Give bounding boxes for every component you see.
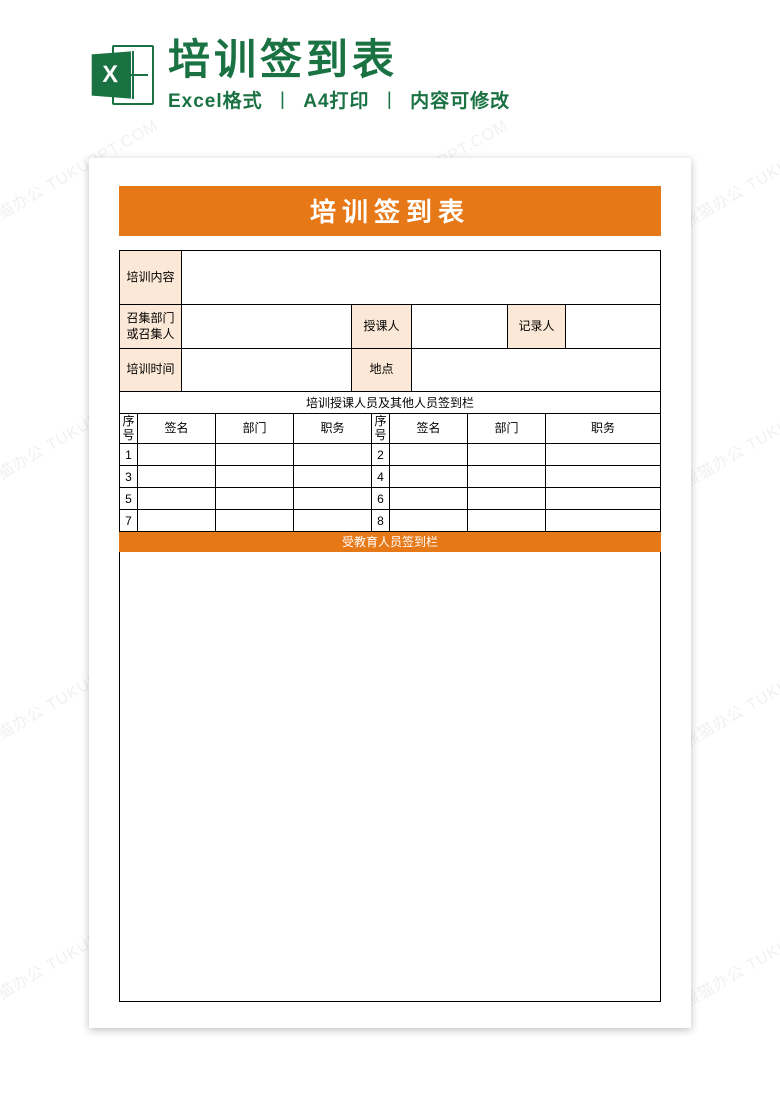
col-role: 职务 xyxy=(294,414,371,444)
role-cell xyxy=(546,466,660,488)
col-sign: 签名 xyxy=(138,414,215,444)
excel-icon-letter: X xyxy=(92,51,131,98)
sign-cell xyxy=(390,510,467,532)
instructor-signin-title: 培训授课人员及其他人员签到栏 xyxy=(120,392,660,414)
dept-cell xyxy=(216,444,293,466)
value-organizer xyxy=(182,305,352,348)
role-cell xyxy=(294,444,371,466)
trainee-signin-area xyxy=(119,552,661,1002)
role-cell xyxy=(294,466,371,488)
dept-cell xyxy=(216,466,293,488)
dept-cell xyxy=(468,466,545,488)
dept-cell xyxy=(468,444,545,466)
sign-cell xyxy=(390,488,467,510)
sub-print: A4打印 xyxy=(303,91,369,112)
seq-cell: 6 xyxy=(372,488,389,510)
col-seq: 序号 xyxy=(372,414,389,444)
seq-cell: 8 xyxy=(372,510,389,532)
col-dept: 部门 xyxy=(216,414,293,444)
label-organizer: 召集部门 或召集人 xyxy=(120,305,182,348)
dept-cell xyxy=(216,488,293,510)
role-cell xyxy=(294,510,371,532)
sign-cell xyxy=(390,444,467,466)
sub-editable: 内容可修改 xyxy=(410,91,510,112)
sign-cell xyxy=(138,510,215,532)
watermark: 熊猫办公 TUKUPPT.COM xyxy=(677,632,780,752)
info-block: 培训内容 召集部门 或召集人 授课人 记录人 培训时间 地点 xyxy=(119,250,661,392)
label-training-content: 培训内容 xyxy=(120,251,182,304)
template-header: X 培训签到表 Excel格式 丨 A4打印 丨 内容可修改 xyxy=(0,30,780,120)
dept-cell xyxy=(468,510,545,532)
role-cell xyxy=(546,510,660,532)
divider-icon: 丨 xyxy=(269,91,297,112)
sub-format: Excel格式 xyxy=(168,91,263,112)
col-seq: 序号 xyxy=(120,414,137,444)
watermark: 熊猫办公 TUKUPPT.COM xyxy=(677,112,780,232)
label-time: 培训时间 xyxy=(120,349,182,391)
label-recorder: 记录人 xyxy=(508,305,566,348)
seq-cell: 3 xyxy=(120,466,137,488)
value-recorder xyxy=(566,305,661,348)
role-cell xyxy=(546,488,660,510)
seq-cell: 4 xyxy=(372,466,389,488)
col-role: 职务 xyxy=(546,414,660,444)
watermark: 熊猫办公 TUKUPPT.COM xyxy=(677,892,780,1012)
role-cell xyxy=(294,488,371,510)
value-lecturer xyxy=(412,305,508,348)
divider-icon: 丨 xyxy=(376,91,404,112)
col-dept: 部门 xyxy=(468,414,545,444)
sign-cell xyxy=(138,466,215,488)
document-preview: 培训签到表 培训内容 召集部门 或召集人 授课人 记录人 培训时间 地点 xyxy=(89,158,691,1028)
value-time xyxy=(182,349,352,391)
seq-cell: 1 xyxy=(120,444,137,466)
seq-cell: 5 xyxy=(120,488,137,510)
trainee-signin-title: 受教育人员签到栏 xyxy=(119,532,661,552)
dept-cell xyxy=(468,488,545,510)
doc-title-bar: 培训签到表 xyxy=(119,186,661,236)
template-title: 培训签到表 xyxy=(168,37,510,83)
sign-cell xyxy=(390,466,467,488)
watermark: 熊猫办公 TUKUPPT.COM xyxy=(677,372,780,492)
sign-cell xyxy=(138,488,215,510)
label-lecturer: 授课人 xyxy=(352,305,412,348)
role-cell xyxy=(546,444,660,466)
sign-cell xyxy=(138,444,215,466)
dept-cell xyxy=(216,510,293,532)
seq-cell: 2 xyxy=(372,444,389,466)
value-location xyxy=(412,349,661,391)
excel-icon: X xyxy=(90,43,154,107)
label-location: 地点 xyxy=(352,349,412,391)
template-subtitle: Excel格式 丨 A4打印 丨 内容可修改 xyxy=(168,86,510,113)
value-training-content xyxy=(182,251,661,304)
instructor-signin-section: 培训授课人员及其他人员签到栏 序号 1 3 5 7 签名 部门 xyxy=(119,392,661,532)
seq-cell: 7 xyxy=(120,510,137,532)
col-sign: 签名 xyxy=(390,414,467,444)
